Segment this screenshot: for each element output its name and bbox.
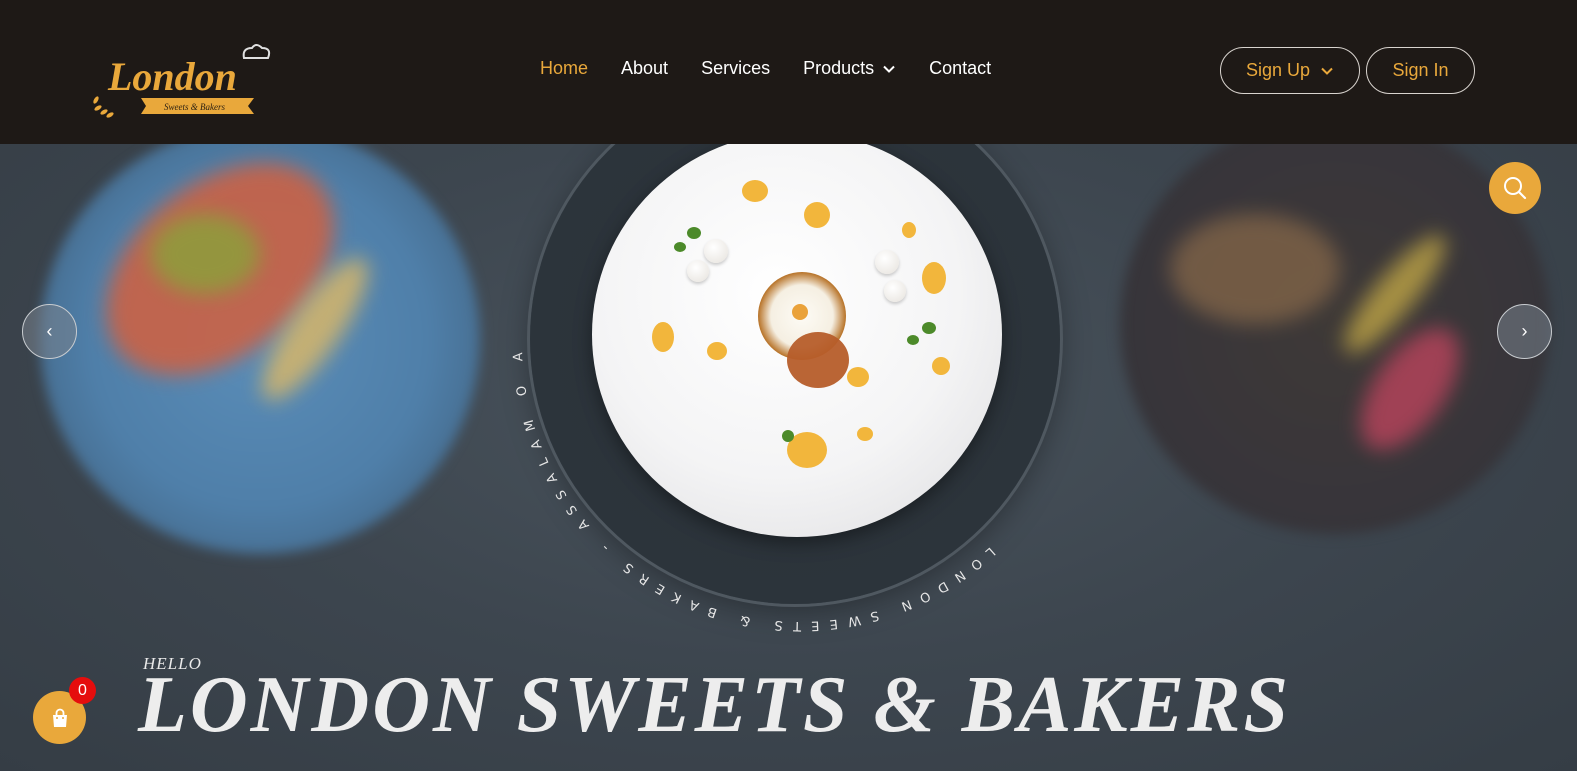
nav-home[interactable]: Home: [540, 58, 588, 79]
logo-tagline: Sweets & Bakers: [164, 102, 225, 112]
hero-title: LONDON SWEETS & BAKERS: [138, 661, 1291, 749]
nav-contact[interactable]: Contact: [929, 58, 991, 79]
chevron-right-icon: ›: [1521, 321, 1528, 341]
chevron-down-icon: [883, 65, 895, 73]
main-nav: Home About Services Products Contact: [540, 58, 1024, 79]
cart-count-badge: 0: [69, 677, 96, 704]
logo[interactable]: London Sweets & Bakers: [86, 38, 272, 122]
blurred-food: [1170, 214, 1340, 324]
blurred-food: [150, 214, 260, 294]
site-header: London Sweets & Bakers Home About Servic…: [0, 0, 1577, 144]
chevron-down-icon: [1321, 67, 1333, 75]
shopping-bag-icon: [52, 708, 67, 727]
logo-text: London: [107, 54, 237, 99]
sign-up-button[interactable]: Sign Up: [1220, 47, 1360, 94]
chevron-left-icon: ‹: [46, 321, 53, 341]
blurred-dish-right: [1120, 144, 1550, 534]
search-button[interactable]: [1489, 162, 1541, 214]
dessert-plate: [592, 144, 1002, 537]
search-icon: [1504, 177, 1527, 200]
nav-products[interactable]: Products: [803, 58, 896, 79]
hero-slider: LONDON SWEETS & BAKERS - ASSALAM O ALIKU…: [0, 144, 1577, 771]
next-slide-button[interactable]: ›: [1497, 304, 1552, 359]
nav-about[interactable]: About: [621, 58, 668, 79]
sign-in-button[interactable]: Sign In: [1366, 47, 1475, 94]
auth-buttons: Sign Up Sign In: [1220, 47, 1475, 94]
prev-slide-button[interactable]: ‹: [22, 304, 77, 359]
nav-services[interactable]: Services: [701, 58, 770, 79]
